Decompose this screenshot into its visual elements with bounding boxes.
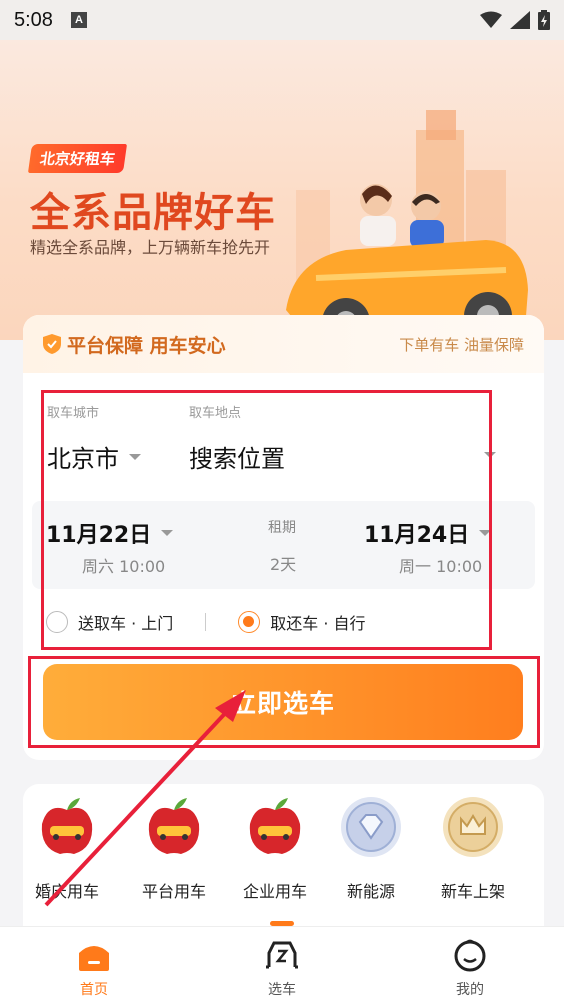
status-icons [480,10,550,30]
service-platform[interactable]: 平台用车 [124,796,224,902]
service-label: 新车上架 [440,882,505,901]
diamond-badge-icon [341,797,401,857]
tab-label: 首页 [80,982,108,998]
home-icon [79,946,109,971]
status-time: 5:08 [14,8,53,31]
brand-badge: 北京好租车 [27,144,128,173]
hero-banner[interactable]: 北京好租车 全系品牌好车 精选全系品牌，上万辆新车抢先开 [0,40,564,340]
tab-label: 选车 [268,982,296,998]
tab-home[interactable]: 首页 [0,927,188,1003]
service-wedding[interactable]: 婚庆用车 [17,796,117,902]
service-new-energy[interactable]: 新能源 [321,796,421,902]
apple-car-icon [148,798,200,854]
guarantee-bar: 平台保障 用车安心 下单有车 油量保障 [23,315,544,373]
car-select-icon [266,941,298,969]
service-shortcuts: 婚庆用车 平台用车 企业用车 新能源 新车上架 [23,784,544,934]
apple-car-icon [249,798,301,854]
annotation-box-button [28,656,540,748]
hero-title: 全系品牌好车 [30,190,276,236]
battery-icon [538,10,550,30]
service-enterprise[interactable]: 企业用车 [225,796,325,902]
tab-profile[interactable]: 我的 [376,927,564,1003]
service-label: 企业用车 [242,882,307,901]
shield-check-icon [43,334,61,354]
status-bar: 5:08 A [0,0,564,40]
service-label: 新能源 [346,882,395,901]
annotation-box-form [41,390,492,650]
hero-subtitle: 精选全系品牌，上万辆新车抢先开 [30,238,271,257]
guarantee-title: 平台保障 用车安心 [67,334,226,357]
signal-icon [510,11,530,29]
crown-badge-icon [443,797,503,857]
guarantee-tags: 下单有车 油量保障 [399,335,524,354]
notification-icon: A [70,12,87,28]
wifi-icon [480,11,502,28]
convertible-car-illustration [286,110,528,340]
tab-select-car[interactable]: 选车 [188,927,376,1003]
tab-label: 我的 [456,982,484,998]
apple-car-icon [41,798,93,854]
service-label: 婚庆用车 [34,882,99,901]
profile-icon [454,939,486,972]
service-label: 平台用车 [141,882,206,901]
bottom-tab-bar: 首页 选车 我的 [0,926,564,1003]
service-new-arrivals[interactable]: 新车上架 [423,796,523,902]
